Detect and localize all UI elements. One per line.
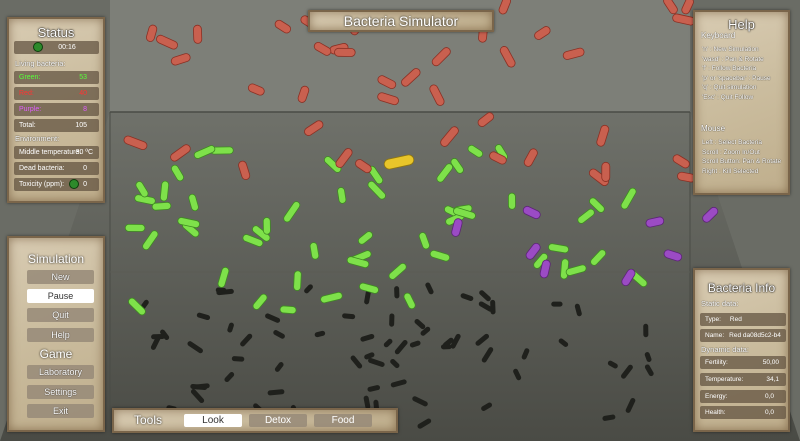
- app-title: Bacteria Simulator: [343, 13, 459, 29]
- quit-button[interactable]: Quit: [27, 308, 94, 322]
- type-row: Type: Red: [700, 313, 786, 326]
- temperature-label: Middle temperature:: [19, 149, 82, 156]
- running-indicator-icon: [33, 42, 43, 52]
- environment-label: Environment:: [15, 134, 60, 143]
- bacterium[interactable]: [159, 180, 170, 202]
- energy-value: 0,0: [764, 393, 774, 400]
- bacterium-shadow: [389, 313, 395, 327]
- status-panel: Status 00:16 Living bacteria: Green: 53 R…: [7, 17, 105, 203]
- help-title: Help: [728, 17, 755, 32]
- bacterium[interactable]: [334, 47, 356, 57]
- simulation-viewport[interactable]: [0, 0, 800, 441]
- green-value: 53: [79, 74, 87, 81]
- bacteria-info-panel: Bacteria Info Static data: Type: Red Name…: [693, 268, 790, 432]
- game-title: Game: [39, 347, 73, 361]
- toxicity-indicator-icon: [69, 179, 79, 189]
- laboratory-button[interactable]: Laboratory: [27, 365, 94, 379]
- bacterium[interactable]: [193, 24, 203, 44]
- living-label: Living bacteria:: [15, 59, 66, 68]
- fertility-row: Fertility: 50,00: [700, 356, 786, 369]
- temperature-info-label: Temperature:: [705, 376, 744, 383]
- tools-label: Tools: [134, 413, 163, 427]
- food-tool-button[interactable]: Food: [314, 414, 372, 427]
- bacterium[interactable]: [262, 217, 271, 235]
- bacterium[interactable]: [601, 161, 611, 182]
- purple-row: Purple: 8: [14, 103, 99, 116]
- bacterium-shadow: [643, 323, 649, 338]
- static-data-label: Static data:: [701, 299, 739, 308]
- timer-row: 00:16: [14, 41, 99, 54]
- green-label: Green:: [19, 74, 41, 81]
- bacterium[interactable]: [293, 270, 302, 291]
- red-row: Red: 40: [14, 87, 99, 100]
- toxicity-value: 0: [83, 181, 87, 188]
- dead-label: Dead bacteria:: [19, 165, 65, 172]
- dead-value: 0: [83, 165, 87, 172]
- dynamic-data-label: Dynamic data:: [701, 345, 749, 354]
- toxicity-label: Toxicity (ppm):: [19, 181, 65, 188]
- red-label: Red:: [19, 90, 34, 97]
- timer: 00:16: [58, 44, 76, 51]
- title-banner: Bacteria Simulator: [308, 10, 494, 32]
- temperature-row: Middle temperature: 30 ºC: [14, 146, 99, 159]
- settings-button[interactable]: Settings: [27, 385, 94, 399]
- help-panel: Help Keyboard 'n' : New Simulation 'wasd…: [693, 10, 790, 195]
- info-title: Bacteria Info: [707, 281, 776, 295]
- temperature-info-row: Temperature: 34,1: [700, 373, 786, 386]
- name-row: Name: Red da08d5c2-b4: [700, 329, 786, 342]
- bacterium-shadow: [151, 334, 165, 340]
- simulation-title: Simulation: [27, 252, 85, 266]
- total-value: 105: [75, 122, 87, 129]
- new-button[interactable]: New: [27, 270, 94, 284]
- purple-value: 8: [83, 106, 87, 113]
- help-button[interactable]: Help: [27, 328, 94, 342]
- name-value: Red da08d5c2-b4: [729, 332, 781, 339]
- look-tool-button[interactable]: Look: [184, 414, 242, 427]
- simulation-panel: Simulation New Pause Quit Help Game Labo…: [7, 236, 105, 432]
- toxicity-row: Toxicity (ppm): 0: [14, 178, 99, 191]
- keyboard-shortcuts: 'n' : New Simulation 'wasd' : Pan & Rota…: [702, 46, 771, 101]
- name-label: Name:: [705, 332, 725, 339]
- status-title: Status: [37, 25, 75, 40]
- bacterium[interactable]: [507, 192, 516, 210]
- health-row: Health: 0,0: [700, 406, 786, 419]
- health-value: 0,0: [764, 409, 774, 416]
- mouse-label: Mouse: [701, 124, 726, 133]
- tools-bar: Tools Look Detox Food: [112, 408, 398, 433]
- purple-label: Purple:: [19, 106, 42, 113]
- bacterium-shadow: [551, 301, 563, 307]
- dead-row: Dead bacteria: 0: [14, 162, 99, 175]
- red-value: 40: [79, 90, 87, 97]
- bacterium-shadow: [394, 286, 400, 299]
- bacterium-shadow: [215, 287, 227, 293]
- total-label: Total:: [19, 122, 36, 129]
- total-row: Total: 105: [14, 119, 99, 132]
- bacterium[interactable]: [279, 305, 297, 315]
- type-value: Red: [729, 316, 742, 323]
- detox-tool-button[interactable]: Detox: [249, 414, 307, 427]
- fertility-label: Fertility:: [705, 359, 728, 366]
- exit-button[interactable]: Exit: [27, 404, 94, 418]
- keyboard-label: Keyboard: [701, 31, 736, 40]
- mouse-shortcuts: Left : Select Bacteria Scroll : Zoom In/…: [702, 139, 782, 175]
- bacterium[interactable]: [124, 223, 146, 232]
- bacterium-shadow: [440, 344, 452, 350]
- temperature-info-value: 34,1: [766, 376, 779, 383]
- bacterium-shadow: [231, 356, 245, 362]
- type-label: Type:: [705, 316, 721, 323]
- pause-button[interactable]: Pause: [27, 289, 94, 303]
- fertility-value: 50,00: [762, 359, 779, 366]
- temperature-value: 30 ºC: [75, 149, 93, 156]
- energy-row: Energy: 0,0: [700, 390, 786, 403]
- energy-label: Energy:: [705, 393, 728, 400]
- health-label: Health:: [705, 409, 726, 416]
- green-row: Green: 53: [14, 71, 99, 84]
